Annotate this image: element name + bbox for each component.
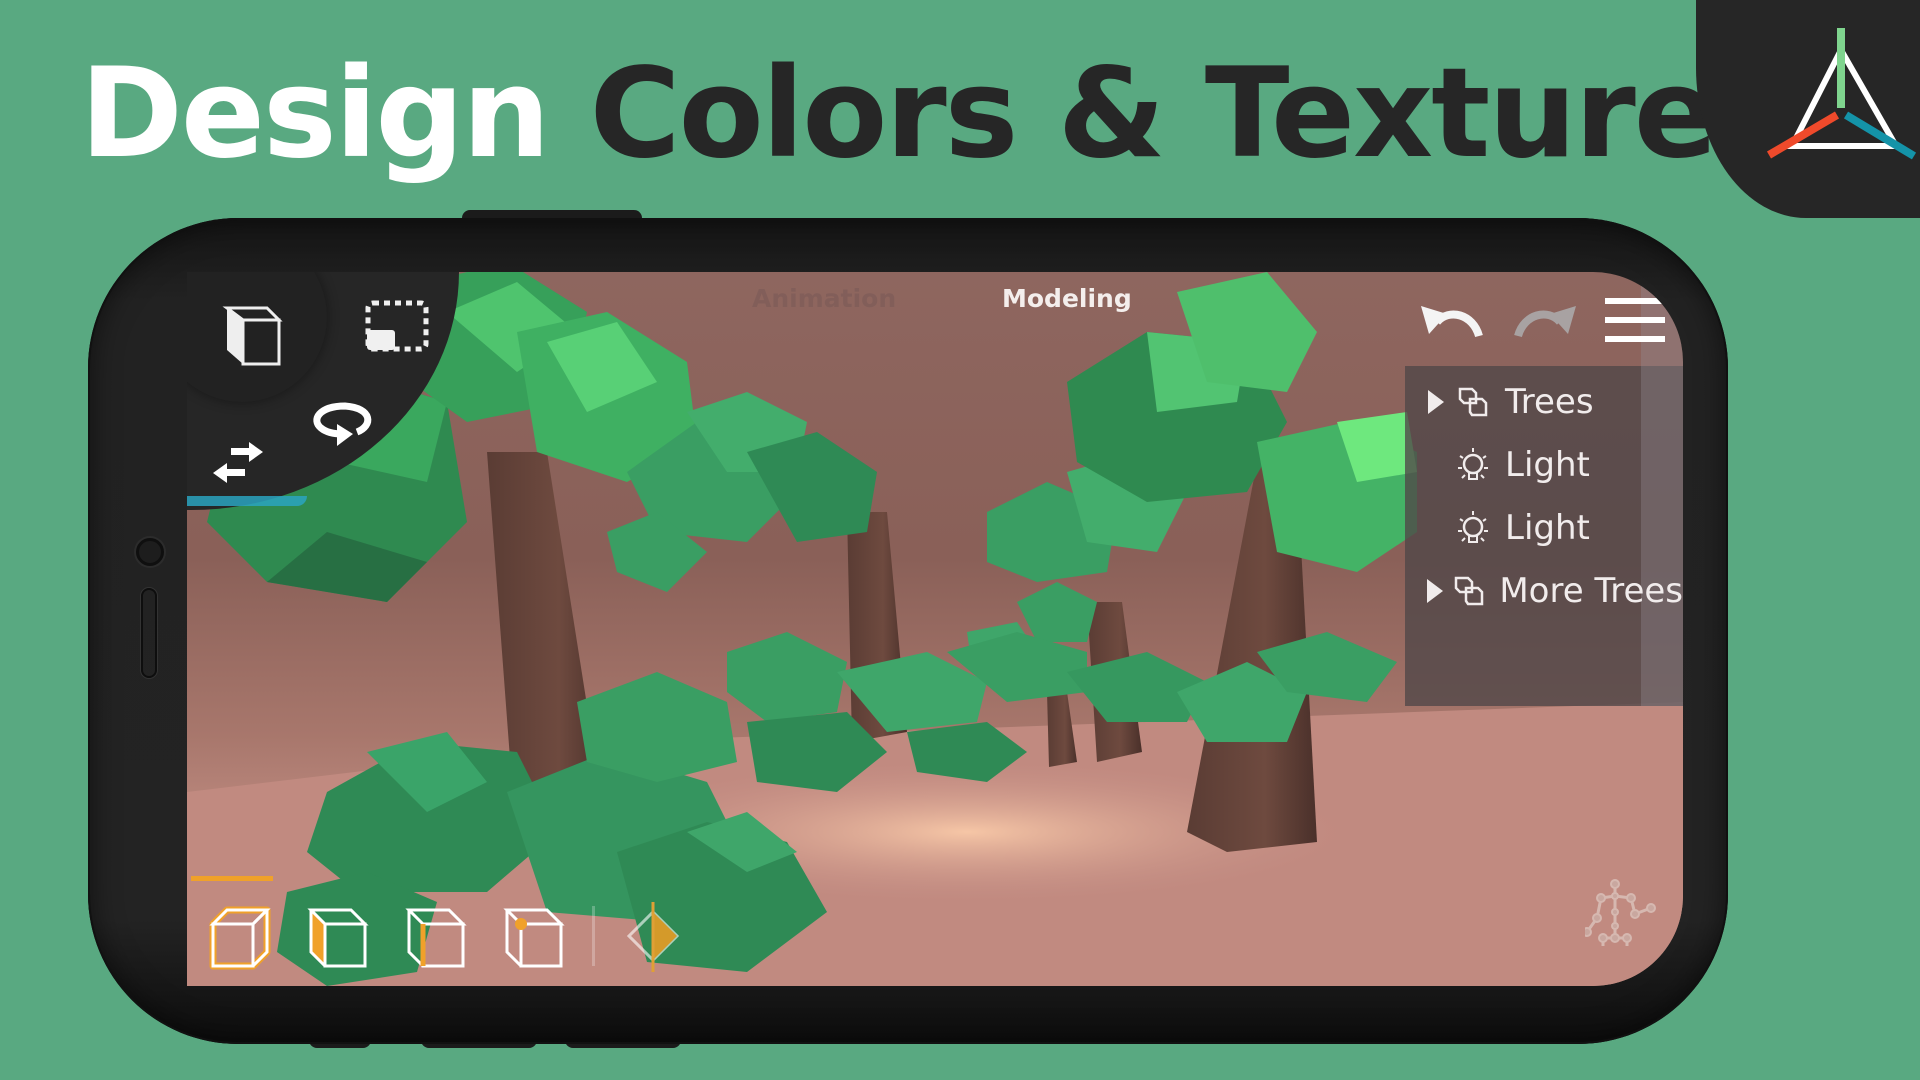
rotate-icon xyxy=(313,402,372,446)
object-select-mode-icon xyxy=(209,906,271,970)
tetrahedron-axis-logo-icon xyxy=(1766,28,1917,160)
outliner-item-light[interactable]: Light xyxy=(1405,435,1683,495)
outliner-item-label: Light xyxy=(1505,445,1590,485)
rotate-button[interactable] xyxy=(307,400,377,450)
move-button[interactable] xyxy=(209,442,267,486)
active-mode-indicator xyxy=(191,876,273,881)
outliner-item-more-trees[interactable]: More Trees xyxy=(1405,561,1683,621)
symmetry-button[interactable] xyxy=(619,902,689,972)
swap-arrows-icon xyxy=(213,442,263,483)
headline-word-design: Design xyxy=(80,42,550,186)
tab-modeling[interactable]: Modeling xyxy=(1002,284,1132,313)
front-camera xyxy=(136,538,164,566)
logo-badge xyxy=(1696,0,1920,218)
group-cubes-icon xyxy=(1449,574,1490,608)
tool-progress-arc xyxy=(187,496,307,506)
outliner-item-light[interactable]: Light xyxy=(1405,498,1683,558)
select-mode-toolbar xyxy=(187,872,887,986)
group-cubes-icon xyxy=(1451,385,1495,419)
skeleton-rig-icon xyxy=(1582,879,1656,946)
speaker-slot xyxy=(141,588,157,678)
object-select-mode-button[interactable] xyxy=(205,902,275,972)
vertex-select-mode-button[interactable] xyxy=(499,902,569,972)
toolbar-separator xyxy=(592,906,595,966)
expand-triangle-icon[interactable] xyxy=(1421,388,1451,416)
undo-button[interactable] xyxy=(1419,300,1485,342)
headline: Design Colors & Textures xyxy=(80,52,1790,176)
tab-animation[interactable]: Animation xyxy=(752,284,896,313)
outliner-item-label: More Trees xyxy=(1499,571,1683,611)
menu-button[interactable] xyxy=(1603,296,1667,344)
redo-button[interactable] xyxy=(1512,300,1578,342)
lightbulb-icon xyxy=(1451,446,1495,484)
headline-word-colors-textures: Colors & Textures xyxy=(589,42,1790,186)
symmetry-diamond-icon xyxy=(626,902,680,972)
armature-button[interactable] xyxy=(1582,878,1657,950)
undo-icon xyxy=(1421,306,1483,338)
outliner-item-trees[interactable]: Trees xyxy=(1405,372,1683,432)
edge-select-mode-button[interactable] xyxy=(401,902,471,972)
lightbulb-icon xyxy=(1451,509,1495,547)
outliner-item-label: Light xyxy=(1505,508,1590,548)
app-viewport[interactable]: Animation Modeling Trees Light Light Mor… xyxy=(187,272,1683,986)
outliner-item-label: Trees xyxy=(1505,382,1594,422)
redo-icon xyxy=(1514,306,1576,338)
scene-outliner: Trees Light Light More Trees xyxy=(1405,272,1683,706)
expand-triangle-icon[interactable] xyxy=(1421,577,1449,605)
hamburger-menu-icon xyxy=(1605,298,1665,342)
edge-select-mode-icon xyxy=(405,908,467,968)
face-select-mode-icon xyxy=(307,908,369,968)
face-select-mode-button[interactable] xyxy=(303,902,373,972)
vertex-select-mode-icon xyxy=(503,908,565,968)
